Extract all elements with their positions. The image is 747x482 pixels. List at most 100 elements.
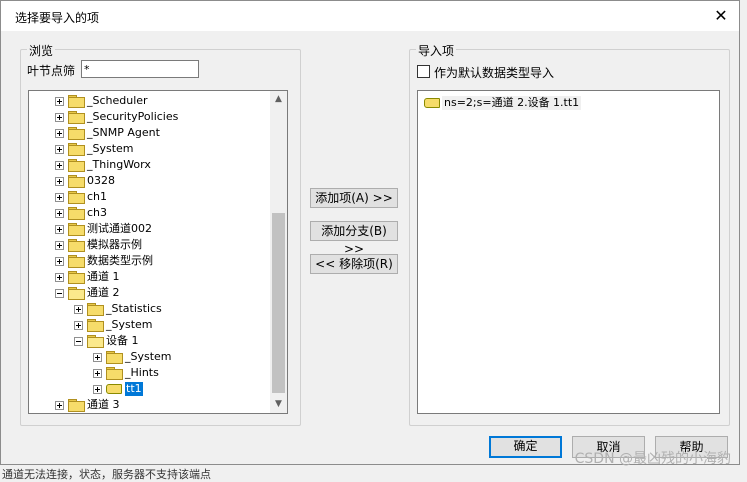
- tree-item[interactable]: _System: [29, 349, 273, 365]
- expand-icon[interactable]: [55, 273, 64, 282]
- import-items-dialog: 选择要导入的项 ✕ 浏览 叶节点筛 _Scheduler _SecurityPol…: [0, 0, 740, 465]
- folder-icon: [68, 255, 85, 268]
- expand-icon[interactable]: [55, 145, 64, 154]
- tree-item-label: _SecurityPolicies: [87, 110, 179, 123]
- watermark: CSDN @最凶残的小海豹: [574, 451, 731, 467]
- tree-item[interactable]: _System: [29, 317, 273, 333]
- tree-item[interactable]: _SNMP Agent: [29, 125, 273, 141]
- scroll-thumb[interactable]: [272, 213, 285, 393]
- tree-item-label: ch1: [87, 190, 108, 203]
- folder-icon: [87, 303, 104, 316]
- expand-icon[interactable]: [93, 385, 102, 394]
- expand-icon[interactable]: [55, 209, 64, 218]
- tree-item[interactable]: _Scheduler: [29, 93, 273, 109]
- tree-item[interactable]: 测试通道002: [29, 221, 273, 237]
- tree-item-label: _SNMP Agent: [87, 126, 160, 139]
- tree-item-label: _Hints: [125, 366, 159, 379]
- tree-item-label: _Scheduler: [87, 94, 148, 107]
- folder-icon: [68, 239, 85, 252]
- folder-icon: [106, 351, 123, 364]
- folder-icon: [68, 191, 85, 204]
- leaf-filter-label: 叶节点筛: [27, 64, 76, 78]
- folder-icon: [68, 223, 85, 236]
- expand-icon[interactable]: [55, 257, 64, 266]
- expand-icon[interactable]: [55, 113, 64, 122]
- tree-scrollbar[interactable]: ▲ ▼: [270, 91, 287, 413]
- background-status-text: 通道无法连接，状态，服务器不支持该端点: [2, 468, 211, 481]
- expand-icon[interactable]: [74, 305, 83, 314]
- tree-item-label: _Statistics: [106, 302, 162, 315]
- default-type-checkbox[interactable]: [417, 65, 430, 78]
- tree-item[interactable]: tt1: [29, 381, 273, 397]
- tree-item-label: ch3: [87, 206, 108, 219]
- tree-item[interactable]: _SecurityPolicies: [29, 109, 273, 125]
- tree-item-label: _System: [87, 142, 134, 155]
- tree-item[interactable]: _Hints: [29, 365, 273, 381]
- folder-open-icon: [68, 287, 85, 300]
- expand-icon[interactable]: [55, 161, 64, 170]
- expand-icon[interactable]: [55, 177, 64, 186]
- add-item-button[interactable]: 添加项(A) >>: [310, 188, 398, 208]
- ok-button[interactable]: 确定: [489, 436, 562, 458]
- folder-open-icon: [87, 335, 104, 348]
- expand-icon[interactable]: [55, 401, 64, 410]
- remove-item-button[interactable]: << 移除项(R): [310, 254, 398, 274]
- folder-icon: [68, 95, 85, 108]
- scroll-down-icon[interactable]: ▼: [270, 396, 287, 413]
- folder-icon: [68, 159, 85, 172]
- expand-icon[interactable]: [55, 97, 64, 106]
- expand-icon[interactable]: [74, 321, 83, 330]
- leaf-filter-input[interactable]: [81, 60, 199, 78]
- add-branch-button[interactable]: 添加分支(B) >>: [310, 221, 398, 256]
- tree-item[interactable]: _System: [29, 141, 273, 157]
- tree-item[interactable]: 通道 3: [29, 397, 273, 413]
- expand-icon[interactable]: [55, 225, 64, 234]
- import-items-list[interactable]: ns=2;s=通道 2.设备 1.tt1: [417, 90, 720, 414]
- folder-icon: [68, 175, 85, 188]
- tree-item[interactable]: ch3: [29, 205, 273, 221]
- tree-item[interactable]: 设备 1: [29, 333, 273, 349]
- folder-icon: [87, 319, 104, 332]
- browse-tree[interactable]: _Scheduler _SecurityPolicies _SNMP Agent _S…: [28, 90, 288, 414]
- tree-rows: _Scheduler _SecurityPolicies _SNMP Agent _S…: [29, 93, 273, 413]
- folder-icon: [68, 143, 85, 156]
- close-icon[interactable]: ✕: [707, 3, 735, 29]
- collapse-icon[interactable]: [74, 337, 83, 346]
- tree-item-label: tt1: [125, 382, 143, 396]
- tree-item[interactable]: 通道 2: [29, 285, 273, 301]
- tag-icon: [424, 98, 440, 108]
- tree-item-label: 设备 1: [106, 334, 139, 347]
- expand-icon[interactable]: [55, 241, 64, 250]
- collapse-icon[interactable]: [55, 289, 64, 298]
- default-type-label: 作为默认数据类型导入: [434, 66, 555, 80]
- title-bar: 选择要导入的项 ✕: [1, 1, 739, 31]
- expand-icon[interactable]: [55, 129, 64, 138]
- tree-item-label: _ThingWorx: [87, 158, 151, 171]
- tree-item[interactable]: 模拟器示例: [29, 237, 273, 253]
- tree-item-label: 通道 2: [87, 286, 120, 299]
- import-item-label: ns=2;s=通道 2.设备 1.tt1: [442, 96, 582, 110]
- dialog-title: 选择要导入的项: [15, 11, 100, 25]
- folder-icon: [68, 127, 85, 140]
- tree-item[interactable]: 数据类型示例: [29, 253, 273, 269]
- tree-item-label: _System: [106, 318, 153, 331]
- expand-icon[interactable]: [93, 353, 102, 362]
- tree-item-label: 测试通道002: [87, 222, 152, 235]
- tree-item-label: 数据类型示例: [87, 254, 153, 267]
- tree-item[interactable]: _Statistics: [29, 301, 273, 317]
- tree-item-label: 通道 3: [87, 398, 120, 411]
- expand-icon[interactable]: [93, 369, 102, 378]
- folder-icon: [106, 367, 123, 380]
- tree-item-label: 通道 1: [87, 270, 120, 283]
- tree-item[interactable]: _ThingWorx: [29, 157, 273, 173]
- folder-icon: [68, 207, 85, 220]
- folder-icon: [68, 271, 85, 284]
- tree-item[interactable]: 0328: [29, 173, 273, 189]
- tree-item[interactable]: 通道 1: [29, 269, 273, 285]
- import-group-label: 导入项: [416, 42, 457, 59]
- tree-item[interactable]: ch1: [29, 189, 273, 205]
- scroll-up-icon[interactable]: ▲: [270, 91, 287, 108]
- browse-group-label: 浏览: [27, 42, 56, 59]
- tree-item-label: _System: [125, 350, 172, 363]
- expand-icon[interactable]: [55, 193, 64, 202]
